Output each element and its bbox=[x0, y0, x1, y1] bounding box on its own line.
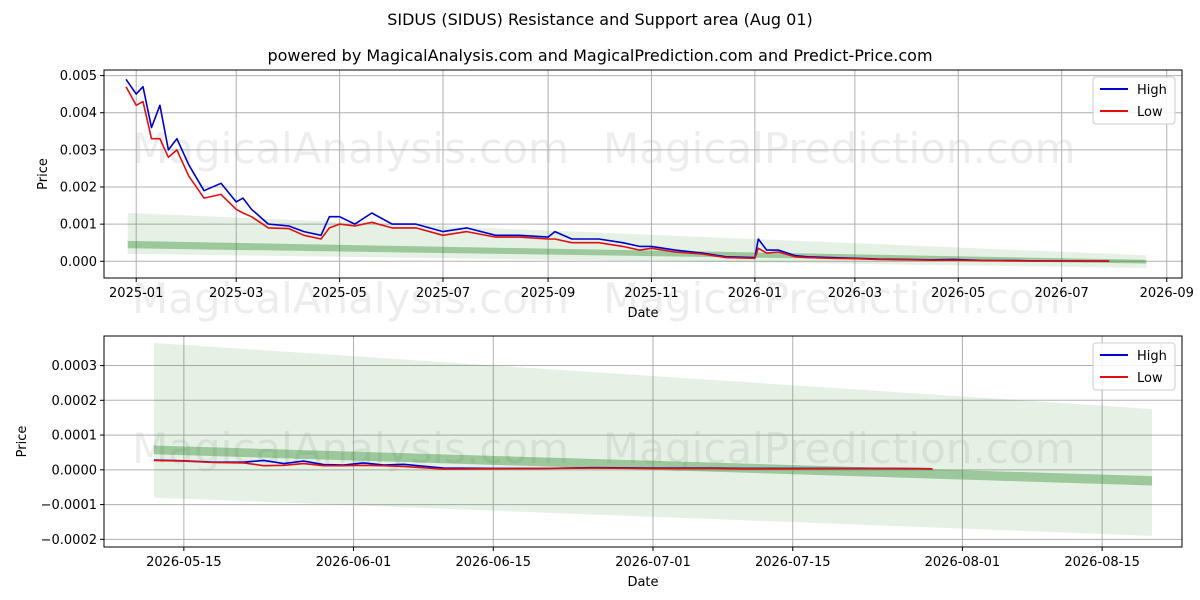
legend-label-low: Low bbox=[1137, 371, 1163, 386]
watermark-1: MagicalAnalysis.com bbox=[132, 124, 569, 173]
y-tick-label: 0.0001 bbox=[52, 429, 98, 444]
bottom-chart: 2026-05-15 2026-06-01 2026-06-15 2026-07-01… bbox=[15, 335, 1183, 590]
x-tick-label: 2026-01 bbox=[728, 286, 782, 301]
x-tick-label: 2026-07-15 bbox=[755, 555, 831, 570]
x-tick-label: 2026-06-01 bbox=[316, 555, 392, 570]
x-tick-label: 2026-07 bbox=[1034, 286, 1088, 301]
y-tick-label: 0.003 bbox=[60, 143, 97, 158]
y-tick-label: 0.001 bbox=[60, 218, 97, 233]
y-tick-label: 0.0002 bbox=[52, 394, 98, 409]
plot-area bbox=[125, 78, 1147, 268]
x-axis-label: Date bbox=[627, 306, 658, 321]
y-tick-label: 0.004 bbox=[60, 106, 97, 121]
charts-canvas: MagicalAnalysis.com MagicalPrediction.co… bbox=[15, 69, 1194, 590]
x-tick-label: 2026-07-01 bbox=[615, 555, 691, 570]
x-tick-label: 2026-05 bbox=[931, 286, 985, 301]
legend-label-low: Low bbox=[1137, 105, 1163, 120]
x-tick-label: 2026-08-01 bbox=[925, 555, 1001, 570]
x-tick-label: 2025-05 bbox=[312, 286, 366, 301]
x-tick-label: 2026-08-15 bbox=[1064, 555, 1140, 570]
x-tick-label: 2025-01 bbox=[109, 286, 163, 301]
y-tick-label: −0.0002 bbox=[41, 533, 97, 548]
y-tick-label: 0.0003 bbox=[52, 359, 98, 374]
x-tick-label: 2026-05-15 bbox=[146, 555, 222, 570]
y-axis-label: Price bbox=[36, 158, 51, 190]
x-tick-label: 2026-06-15 bbox=[455, 555, 531, 570]
x-tick-label: 2026-09 bbox=[1140, 286, 1194, 301]
x-tick-label: 2025-11 bbox=[624, 286, 678, 301]
y-tick-label: 0.002 bbox=[60, 181, 97, 196]
y-tick-label: −0.0001 bbox=[41, 498, 97, 513]
y-tick-label: 0.0000 bbox=[52, 463, 98, 478]
x-tick-label: 2025-09 bbox=[521, 286, 575, 301]
legend-label-high: High bbox=[1137, 349, 1167, 364]
x-tick-label: 2026-03 bbox=[828, 286, 882, 301]
y-axis-label: Price bbox=[15, 426, 30, 458]
x-tick-label: 2025-07 bbox=[416, 286, 470, 301]
legend-label-high: High bbox=[1137, 83, 1167, 98]
y-tick-label: 0.005 bbox=[60, 69, 97, 84]
x-tick-label: 2025-03 bbox=[209, 286, 263, 301]
watermark-2: MagicalPrediction.com bbox=[603, 124, 1076, 173]
x-axis-label: Date bbox=[627, 575, 658, 590]
y-tick-label: 0.000 bbox=[60, 255, 97, 270]
